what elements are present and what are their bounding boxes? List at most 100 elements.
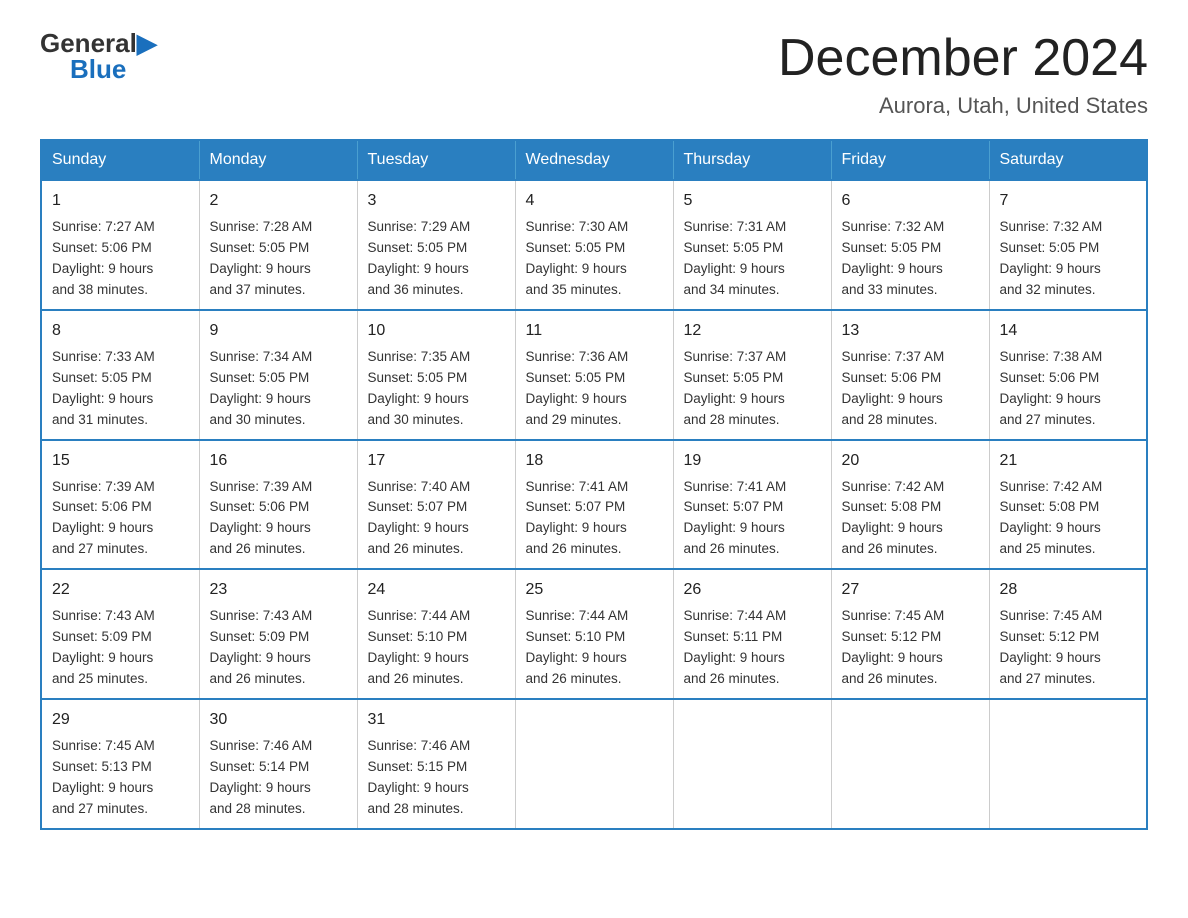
day-number: 30 — [210, 708, 347, 732]
calendar-body: 1 Sunrise: 7:27 AMSunset: 5:06 PMDaylight… — [41, 180, 1147, 828]
day-info: Sunrise: 7:44 AMSunset: 5:10 PMDaylight:… — [368, 606, 505, 690]
day-info: Sunrise: 7:45 AMSunset: 5:12 PMDaylight:… — [1000, 606, 1137, 690]
day-number: 10 — [368, 319, 505, 343]
calendar-cell: 6Sunrise: 7:32 AMSunset: 5:05 PMDaylight… — [831, 180, 989, 310]
calendar-cell — [515, 699, 673, 829]
week-row-3: 15 Sunrise: 7:39 AMSunset: 5:06 PMDayligh… — [41, 440, 1147, 570]
calendar-cell: 31Sunrise: 7:46 AMSunset: 5:15 PMDayligh… — [357, 699, 515, 829]
calendar-cell: 26 Sunrise: 7:44 AMSunset: 5:11 PMDayligh… — [673, 569, 831, 699]
day-info: Sunrise: 7:27 AMSunset: 5:06 PMDaylight:… — [52, 217, 189, 301]
day-info: Sunrise: 7:46 AMSunset: 5:14 PMDaylight:… — [210, 736, 347, 820]
day-info: Sunrise: 7:45 AMSunset: 5:13 PMDaylight:… — [52, 736, 189, 820]
day-info: Sunrise: 7:36 AMSunset: 5:05 PMDaylight:… — [526, 347, 663, 431]
day-info: Sunrise: 7:37 AMSunset: 5:06 PMDaylight:… — [842, 347, 979, 431]
day-number: 2 — [210, 189, 347, 213]
calendar-cell: 1 Sunrise: 7:27 AMSunset: 5:06 PMDaylight… — [41, 180, 199, 310]
calendar-cell: 30 Sunrise: 7:46 AMSunset: 5:14 PMDayligh… — [199, 699, 357, 829]
calendar-cell: 22 Sunrise: 7:43 AMSunset: 5:09 PMDayligh… — [41, 569, 199, 699]
calendar-cell: 16Sunrise: 7:39 AMSunset: 5:06 PMDayligh… — [199, 440, 357, 570]
calendar-cell: 10Sunrise: 7:35 AMSunset: 5:05 PMDayligh… — [357, 310, 515, 440]
day-info: Sunrise: 7:45 AMSunset: 5:12 PMDaylight:… — [842, 606, 979, 690]
week-row-4: 22 Sunrise: 7:43 AMSunset: 5:09 PMDayligh… — [41, 569, 1147, 699]
calendar-cell: 27 Sunrise: 7:45 AMSunset: 5:12 PMDayligh… — [831, 569, 989, 699]
day-number: 12 — [684, 319, 821, 343]
header-day-saturday: Saturday — [989, 140, 1147, 180]
header-day-sunday: Sunday — [41, 140, 199, 180]
day-info: Sunrise: 7:40 AMSunset: 5:07 PMDaylight:… — [368, 477, 505, 561]
day-number: 25 — [526, 578, 663, 602]
day-number: 28 — [1000, 578, 1137, 602]
calendar-table: SundayMondayTuesdayWednesdayThursdayFrid… — [40, 139, 1148, 829]
week-row-1: 1 Sunrise: 7:27 AMSunset: 5:06 PMDaylight… — [41, 180, 1147, 310]
header-day-friday: Friday — [831, 140, 989, 180]
calendar-cell: 20Sunrise: 7:42 AMSunset: 5:08 PMDayligh… — [831, 440, 989, 570]
header-day-tuesday: Tuesday — [357, 140, 515, 180]
day-number: 6 — [842, 189, 979, 213]
day-number: 19 — [684, 449, 821, 473]
calendar-cell: 9 Sunrise: 7:34 AMSunset: 5:05 PMDaylight… — [199, 310, 357, 440]
day-info: Sunrise: 7:44 AMSunset: 5:10 PMDaylight:… — [526, 606, 663, 690]
logo-triangle-inline: ▶ — [137, 28, 157, 58]
day-number: 27 — [842, 578, 979, 602]
day-info: Sunrise: 7:43 AMSunset: 5:09 PMDaylight:… — [210, 606, 347, 690]
calendar-cell: 14 Sunrise: 7:38 AMSunset: 5:06 PMDayligh… — [989, 310, 1147, 440]
calendar-cell: 19 Sunrise: 7:41 AMSunset: 5:07 PMDayligh… — [673, 440, 831, 570]
header-day-thursday: Thursday — [673, 140, 831, 180]
calendar-cell: 29Sunrise: 7:45 AMSunset: 5:13 PMDayligh… — [41, 699, 199, 829]
day-number: 21 — [1000, 449, 1137, 473]
day-number: 9 — [210, 319, 347, 343]
day-number: 3 — [368, 189, 505, 213]
logo-blue-text: Blue — [70, 56, 126, 82]
calendar-cell: 17 Sunrise: 7:40 AMSunset: 5:07 PMDayligh… — [357, 440, 515, 570]
calendar-cell: 7Sunrise: 7:32 AMSunset: 5:05 PMDaylight… — [989, 180, 1147, 310]
day-number: 23 — [210, 578, 347, 602]
calendar-cell — [831, 699, 989, 829]
subtitle: Aurora, Utah, United States — [778, 93, 1148, 119]
day-info: Sunrise: 7:31 AMSunset: 5:05 PMDaylight:… — [684, 217, 821, 301]
day-number: 11 — [526, 319, 663, 343]
calendar-cell: 11 Sunrise: 7:36 AMSunset: 5:05 PMDayligh… — [515, 310, 673, 440]
day-number: 26 — [684, 578, 821, 602]
calendar-cell: 8Sunrise: 7:33 AMSunset: 5:05 PMDaylight… — [41, 310, 199, 440]
header-day-monday: Monday — [199, 140, 357, 180]
calendar-cell: 12 Sunrise: 7:37 AMSunset: 5:05 PMDayligh… — [673, 310, 831, 440]
calendar-cell: 15 Sunrise: 7:39 AMSunset: 5:06 PMDayligh… — [41, 440, 199, 570]
calendar-cell: 3 Sunrise: 7:29 AMSunset: 5:05 PMDaylight… — [357, 180, 515, 310]
day-number: 1 — [52, 189, 189, 213]
day-number: 31 — [368, 708, 505, 732]
day-info: Sunrise: 7:41 AMSunset: 5:07 PMDaylight:… — [526, 477, 663, 561]
day-info: Sunrise: 7:44 AMSunset: 5:11 PMDaylight:… — [684, 606, 821, 690]
calendar-cell: 24 Sunrise: 7:44 AMSunset: 5:10 PMDayligh… — [357, 569, 515, 699]
day-number: 14 — [1000, 319, 1137, 343]
main-title: December 2024 — [778, 30, 1148, 87]
day-info: Sunrise: 7:33 AMSunset: 5:05 PMDaylight:… — [52, 347, 189, 431]
calendar-cell: 4Sunrise: 7:30 AMSunset: 5:05 PMDaylight… — [515, 180, 673, 310]
logo-general-text: General▶ — [40, 30, 157, 56]
day-number: 5 — [684, 189, 821, 213]
day-info: Sunrise: 7:37 AMSunset: 5:05 PMDaylight:… — [684, 347, 821, 431]
day-info: Sunrise: 7:38 AMSunset: 5:06 PMDaylight:… — [1000, 347, 1137, 431]
day-number: 7 — [1000, 189, 1137, 213]
day-info: Sunrise: 7:28 AMSunset: 5:05 PMDaylight:… — [210, 217, 347, 301]
calendar-cell: 5 Sunrise: 7:31 AMSunset: 5:05 PMDaylight… — [673, 180, 831, 310]
calendar-cell: 13Sunrise: 7:37 AMSunset: 5:06 PMDayligh… — [831, 310, 989, 440]
header-day-wednesday: Wednesday — [515, 140, 673, 180]
day-number: 15 — [52, 449, 189, 473]
day-info: Sunrise: 7:42 AMSunset: 5:08 PMDaylight:… — [1000, 477, 1137, 561]
day-info: Sunrise: 7:39 AMSunset: 5:06 PMDaylight:… — [52, 477, 189, 561]
day-info: Sunrise: 7:30 AMSunset: 5:05 PMDaylight:… — [526, 217, 663, 301]
day-info: Sunrise: 7:42 AMSunset: 5:08 PMDaylight:… — [842, 477, 979, 561]
calendar-cell: 18 Sunrise: 7:41 AMSunset: 5:07 PMDayligh… — [515, 440, 673, 570]
week-row-5: 29Sunrise: 7:45 AMSunset: 5:13 PMDayligh… — [41, 699, 1147, 829]
day-number: 22 — [52, 578, 189, 602]
page-header: General▶ Blue December 2024 Aurora, Utah… — [40, 30, 1148, 119]
day-number: 24 — [368, 578, 505, 602]
day-number: 18 — [526, 449, 663, 473]
day-info: Sunrise: 7:29 AMSunset: 5:05 PMDaylight:… — [368, 217, 505, 301]
day-number: 17 — [368, 449, 505, 473]
day-info: Sunrise: 7:39 AMSunset: 5:06 PMDaylight:… — [210, 477, 347, 561]
header-row: SundayMondayTuesdayWednesdayThursdayFrid… — [41, 140, 1147, 180]
day-info: Sunrise: 7:43 AMSunset: 5:09 PMDaylight:… — [52, 606, 189, 690]
day-info: Sunrise: 7:34 AMSunset: 5:05 PMDaylight:… — [210, 347, 347, 431]
day-info: Sunrise: 7:41 AMSunset: 5:07 PMDaylight:… — [684, 477, 821, 561]
